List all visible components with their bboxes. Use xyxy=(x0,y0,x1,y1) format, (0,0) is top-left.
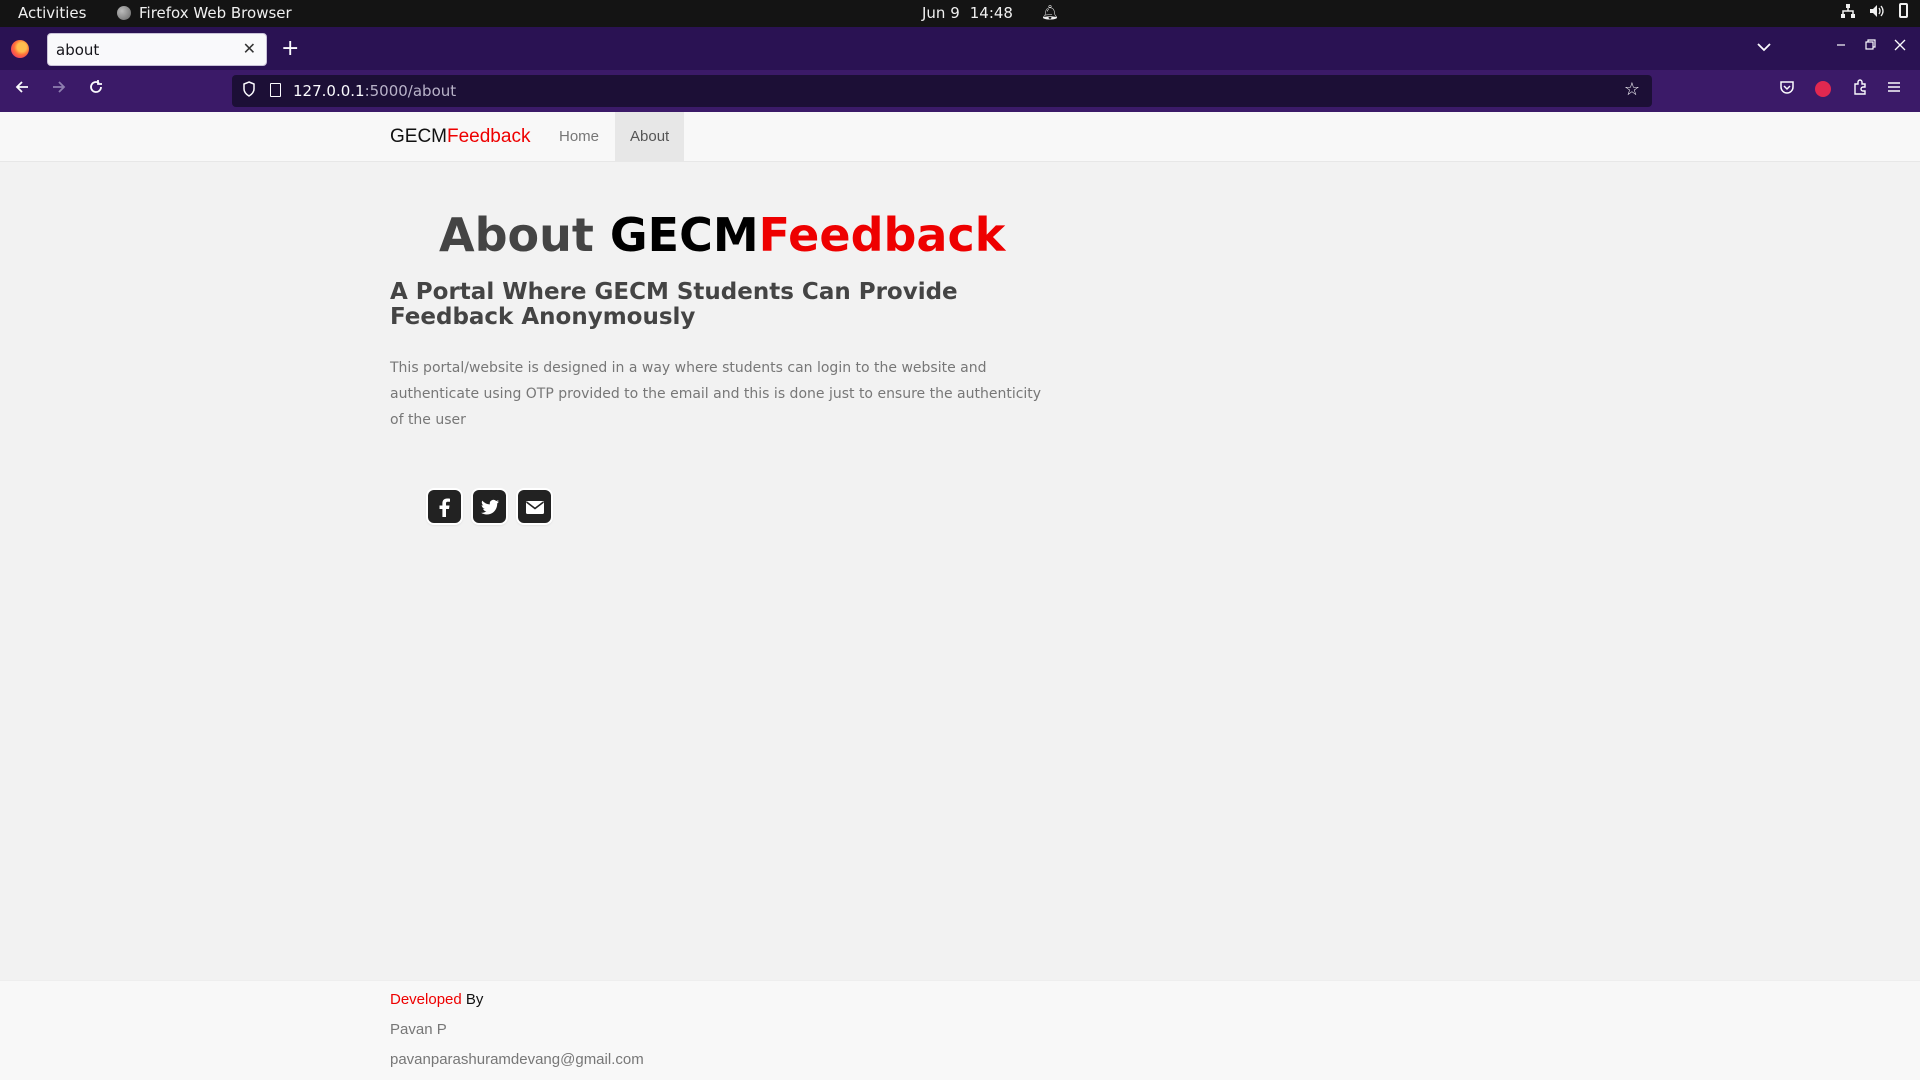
system-tray[interactable] xyxy=(1841,3,1908,18)
developer-name: Pavan P xyxy=(390,1021,447,1038)
app-name-label: Firefox Web Browser xyxy=(139,4,292,22)
battery-icon xyxy=(1899,3,1908,18)
activities-button[interactable]: Activities xyxy=(18,4,86,22)
page-subtitle: A Portal Where GECM Students Can Provide… xyxy=(390,279,958,330)
hamburger-menu-icon[interactable] xyxy=(1887,79,1901,98)
address-bar[interactable]: 127.0.0.1:5000/about ☆ xyxy=(232,75,1652,107)
restore-icon[interactable] xyxy=(1864,37,1876,55)
developer-email: pavanparashuramdevang@gmail.com xyxy=(390,1051,644,1068)
firefox-logo-icon[interactable] xyxy=(11,40,29,58)
extensions-puzzle-icon[interactable] xyxy=(1852,79,1868,99)
developed-by-heading: Developed By xyxy=(390,991,484,1008)
envelope-icon[interactable] xyxy=(518,490,551,523)
tab-title: about xyxy=(56,41,100,59)
list-all-tabs-icon[interactable] xyxy=(1757,37,1771,56)
page-viewport: GECMFeedback Home About About GECMFeedba… xyxy=(0,112,1920,1080)
firefox-mini-icon xyxy=(117,6,131,20)
new-tab-button[interactable]: + xyxy=(281,36,299,61)
page-title: About GECMFeedback xyxy=(439,208,1006,262)
app-menu[interactable]: Firefox Web Browser xyxy=(117,4,292,22)
page-info-icon[interactable] xyxy=(270,83,281,97)
system-top-bar: Activities Firefox Web Browser Jun 9 14:… xyxy=(0,0,1920,27)
browser-toolbar: 127.0.0.1:5000/about ☆ xyxy=(0,70,1920,112)
network-icon xyxy=(1841,3,1855,18)
pocket-icon[interactable] xyxy=(1779,79,1795,99)
tracking-protection-shield-icon[interactable] xyxy=(242,81,256,101)
minimize-icon[interactable] xyxy=(1835,37,1847,55)
tab-strip: about ✕ + xyxy=(0,27,1920,70)
site-footer: Developed By Pavan P pavanparashuramdeva… xyxy=(0,980,1920,1080)
back-arrow-icon[interactable] xyxy=(14,79,30,100)
nav-about-link[interactable]: About xyxy=(615,112,685,162)
bookmark-star-icon[interactable]: ☆ xyxy=(1624,79,1640,100)
volume-icon xyxy=(1870,4,1884,17)
clock-date: Jun 9 xyxy=(922,4,960,22)
notification-bell-icon: 🔔︎ xyxy=(1040,5,1059,21)
close-tab-icon[interactable]: ✕ xyxy=(243,39,256,58)
site-brand-link[interactable]: GECMFeedback xyxy=(390,126,530,148)
forward-arrow-icon[interactable] xyxy=(51,79,67,100)
site-navbar: GECMFeedback Home About xyxy=(0,112,1920,162)
ublock-extension-icon[interactable] xyxy=(1815,81,1831,97)
social-links xyxy=(428,490,551,523)
url-text[interactable]: 127.0.0.1:5000/about xyxy=(293,82,456,100)
about-description: This portal/website is designed in a way… xyxy=(390,360,1042,428)
facebook-icon[interactable] xyxy=(428,490,461,523)
nav-home-link[interactable]: Home xyxy=(544,112,614,162)
reload-icon[interactable] xyxy=(88,79,104,100)
clock-time: 14:48 xyxy=(969,4,1013,22)
clock[interactable]: Jun 9 14:48 🔔︎ xyxy=(922,4,1059,22)
close-window-icon[interactable] xyxy=(1894,37,1906,55)
twitter-icon[interactable] xyxy=(473,490,506,523)
tab-about[interactable]: about ✕ xyxy=(47,33,267,66)
